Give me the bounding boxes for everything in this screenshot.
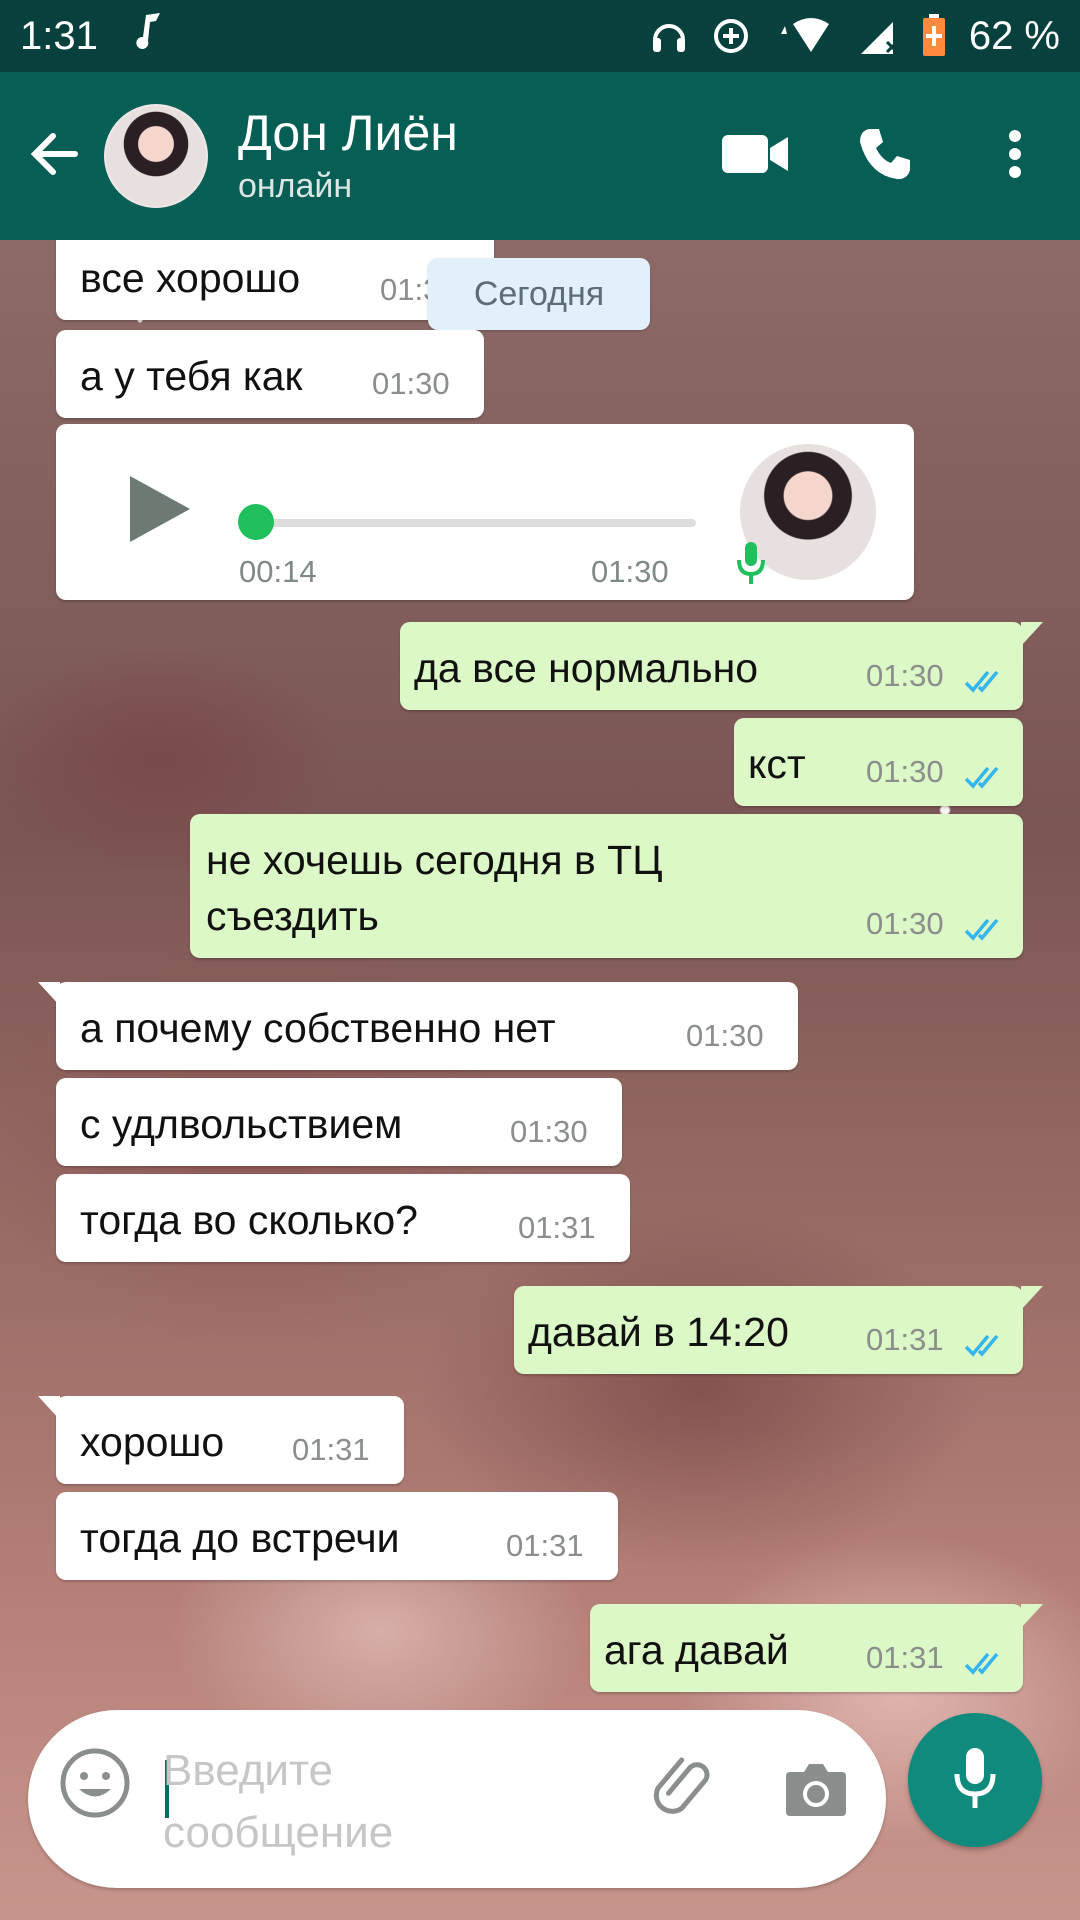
message-text: тогда до встречи [80,1515,400,1561]
message-text: а почему собственно нет [80,1005,556,1051]
message-time: 01:30 [686,1018,764,1053]
read-receipt-icon [964,906,1006,953]
message-text: не хочешь сегодня в ТЦ съездить [206,832,663,944]
data-saver-icon [711,16,751,56]
video-call-button[interactable] [690,72,820,240]
message-time: 01:30 [591,554,669,589]
read-receipt-icon [964,658,1006,705]
message-text: все хорошо [80,255,301,301]
chat-area[interactable]: все хорошо 01:30 Сегодня а у тебя как 01… [0,240,1080,1920]
message-time: 01:30 [866,754,944,789]
voice-progress-handle[interactable] [238,504,274,540]
message-bubble-incoming[interactable]: а у тебя как 01:30 [56,330,484,418]
wifi-icon [773,16,837,56]
message-bubble-incoming[interactable]: тогда до встречи 01:31 [56,1492,618,1580]
status-time: 1:31 [20,13,98,58]
read-receipt-icon [964,1640,1006,1687]
phone-icon [857,126,913,187]
contact-name: Дон Лиён [238,105,458,161]
voice-call-button[interactable] [820,72,950,240]
message-bubble-incoming[interactable]: хорошо 01:31 [38,1396,404,1484]
message-text: а у тебя как [80,353,303,399]
message-time: 01:30 [372,366,450,401]
more-vert-icon [1007,129,1023,184]
camera-icon[interactable] [784,1760,848,1823]
microphone-icon [953,1746,997,1815]
date-chip: Сегодня [428,258,650,330]
read-receipt-icon [964,1322,1006,1369]
message-time: 01:31 [518,1210,596,1245]
message-text-line: не хочешь сегодня в ТЦ [206,837,663,883]
message-text: да все нормально [414,645,759,691]
message-time: 01:31 [292,1432,370,1467]
message-text: с удлвольствием [80,1101,403,1147]
status-icons: 62 % [649,14,1060,59]
arrow-left-icon [29,132,79,181]
message-text-line: съездить [206,893,379,939]
paperclip-icon[interactable] [648,1752,718,1827]
message-text: кст [748,741,806,787]
message-bubble-incoming[interactable]: с удлвольствием 01:30 [56,1078,622,1166]
video-camera-icon [722,133,788,180]
message-composer [28,1710,886,1888]
status-bar: 1:31 62 % [0,0,1080,72]
battery-icon [921,14,947,58]
message-text: ага давай [604,1627,789,1673]
message-time: 01:30 [866,658,944,693]
record-voice-button[interactable] [908,1713,1042,1847]
message-time: 01:31 [506,1528,584,1563]
voice-message-bubble[interactable]: 00:14 01:30 [56,424,914,600]
chat-header: Дон Лиён онлайн [0,72,1080,240]
signal-icon [859,16,899,56]
message-bubble-incoming[interactable]: а почему собственно нет 01:30 [38,982,798,1070]
contact-info[interactable]: Дон Лиён онлайн [238,104,458,208]
message-time: 01:31 [866,1640,944,1675]
message-bubble-incoming[interactable]: тогда во сколько? 01:31 [56,1174,630,1262]
contact-avatar[interactable] [104,104,208,208]
message-bubble-outgoing[interactable]: да все нормально 01:30 [400,622,1043,710]
message-time: 01:30 [866,906,944,941]
microphone-icon [736,542,766,596]
more-options-button[interactable] [950,72,1080,240]
message-bubble-outgoing[interactable]: кст 01:30 [734,718,1023,806]
music-note-icon [134,11,164,61]
play-icon[interactable] [128,474,192,554]
message-text: хорошо [80,1419,225,1465]
message-time: 01:30 [510,1114,588,1149]
message-bubble-outgoing[interactable]: давай в 14:20 01:31 [514,1286,1043,1374]
back-button[interactable] [4,72,104,240]
message-text: тогда во сколько? [80,1197,418,1243]
voice-duration: 00:14 [239,554,317,589]
contact-status: онлайн [238,167,353,205]
voice-progress-track[interactable] [256,519,696,527]
message-time: 01:31 [866,1322,944,1357]
message-text: давай в 14:20 [528,1309,789,1355]
message-bubble-outgoing[interactable]: не хочешь сегодня в ТЦ съездить 01:30 [190,814,1023,958]
battery-percent: 62 % [968,13,1060,58]
message-bubble-outgoing[interactable]: ага давай 01:31 [590,1604,1043,1692]
emoji-icon[interactable] [58,1746,132,1825]
headphones-icon [649,16,689,56]
message-input[interactable] [163,1740,493,1870]
read-receipt-icon [964,754,1006,801]
